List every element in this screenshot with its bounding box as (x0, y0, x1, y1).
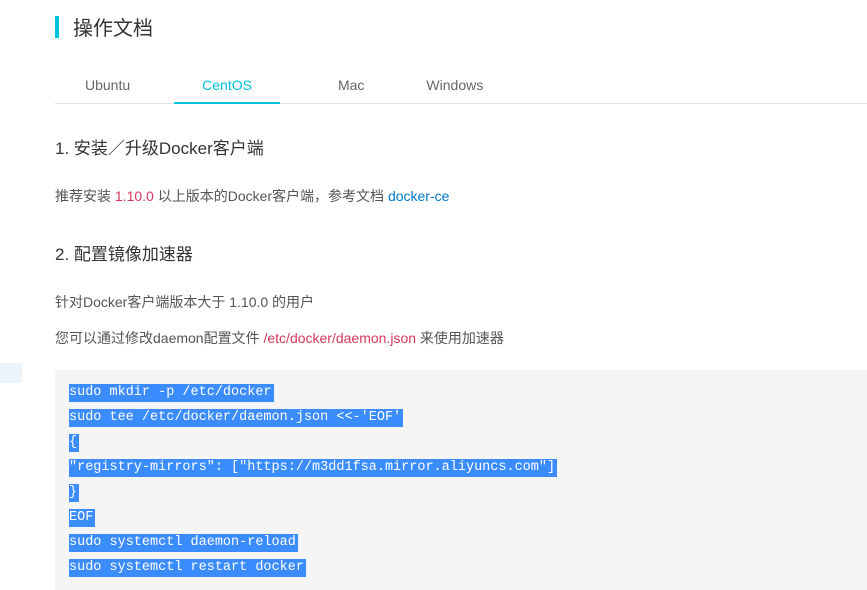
tab-centos[interactable]: CentOS (202, 69, 252, 103)
page-title: 操作文档 (73, 12, 153, 41)
section1-heading: 1. 安装／升级Docker客户端 (55, 134, 867, 159)
daemon-json-path: /etc/docker/daemon.json (263, 330, 416, 346)
section1-text-before: 推荐安装 (55, 188, 115, 204)
section2-heading: 2. 配置镜像加速器 (55, 240, 867, 265)
code-line-5: } (69, 484, 79, 502)
section2-para2-after: 来使用加速器 (416, 330, 504, 346)
code-block[interactable]: sudo mkdir -p /etc/docker sudo tee /etc/… (55, 370, 867, 590)
tab-mac[interactable]: Mac (338, 69, 364, 103)
section2-para2: 您可以通过修改daemon配置文件 /etc/docker/daemon.jso… (55, 325, 867, 352)
section2-para2-before: 您可以通过修改daemon配置文件 (55, 330, 263, 346)
code-line-1: sudo mkdir -p /etc/docker (69, 384, 274, 402)
section1-text-after: 以上版本的Docker客户端，参考文档 (154, 188, 388, 204)
os-tabs: Ubuntu CentOS Mac Windows (55, 69, 867, 104)
code-line-4: "registry-mirrors": ["https://m3dd1fsa.m… (69, 459, 557, 477)
doc-title-wrapper: 操作文档 (55, 12, 867, 41)
code-line-8: sudo systemctl restart docker (69, 559, 306, 577)
docker-ce-link[interactable]: docker-ce (388, 188, 449, 204)
sidebar-fragment (0, 363, 22, 383)
code-line-2: sudo tee /etc/docker/daemon.json <<-'EOF… (69, 409, 403, 427)
code-line-6: EOF (69, 509, 95, 527)
code-line-7: sudo systemctl daemon-reload (69, 534, 298, 552)
section2-para1: 针对Docker客户端版本大于 1.10.0 的用户 (55, 289, 867, 316)
version-highlight: 1.10.0 (115, 188, 154, 204)
title-accent-bar (55, 16, 59, 38)
code-line-3: { (69, 434, 79, 452)
tab-windows[interactable]: Windows (426, 69, 483, 103)
main-content: 操作文档 Ubuntu CentOS Mac Windows 1. 安装／升级D… (0, 0, 867, 590)
section1-paragraph: 推荐安装 1.10.0 以上版本的Docker客户端，参考文档 docker-c… (55, 183, 867, 210)
tab-ubuntu[interactable]: Ubuntu (85, 69, 130, 103)
